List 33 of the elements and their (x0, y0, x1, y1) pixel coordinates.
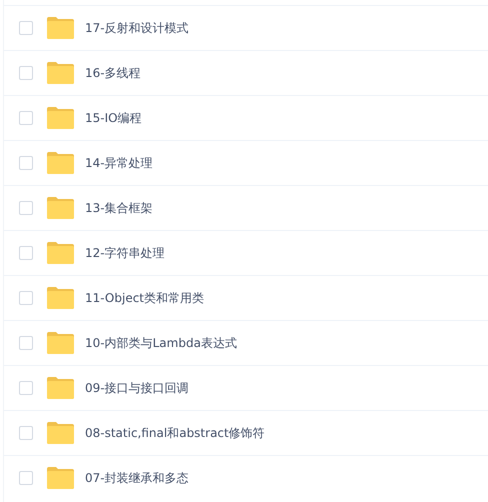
folder-icon (47, 107, 74, 129)
folder-name[interactable]: 07-封装继承和多态 (85, 470, 189, 486)
folder-icon (47, 17, 74, 39)
folder-name[interactable]: 16-多线程 (85, 64, 141, 82)
folder-icon (47, 422, 74, 444)
folder-name[interactable]: 17-反射和设计模式 (85, 20, 189, 36)
folder-icon (47, 467, 74, 489)
folder-name[interactable]: 15-IO编程 (85, 110, 142, 126)
folder-name[interactable]: 14-异常处理 (85, 154, 153, 172)
checkbox[interactable] (19, 111, 33, 125)
checkbox[interactable] (19, 66, 33, 80)
folder-name[interactable]: 11-Object类和常用类 (85, 290, 204, 306)
folder-icon (47, 152, 74, 174)
checkbox[interactable] (19, 381, 33, 395)
checkbox[interactable] (19, 156, 33, 170)
checkbox[interactable] (19, 471, 33, 485)
folder-name[interactable]: 10-内部类与Lambda表达式 (85, 334, 237, 352)
checkbox[interactable] (19, 21, 33, 35)
folder-icon (47, 332, 74, 354)
folder-icon (47, 62, 74, 84)
checkbox[interactable] (19, 336, 33, 350)
folder-icon (47, 287, 74, 309)
folder-icon (47, 377, 74, 399)
checkbox[interactable] (19, 291, 33, 305)
folder-name[interactable]: 09-接口与接口回调 (85, 380, 189, 396)
checkbox[interactable] (19, 246, 33, 260)
checkbox[interactable] (19, 201, 33, 215)
folder-name[interactable]: 12-字符串处理 (85, 244, 165, 262)
folder-icon (47, 197, 74, 219)
checkbox[interactable] (19, 426, 33, 440)
folder-name[interactable]: 13-集合框架 (85, 200, 153, 216)
folder-name[interactable]: 08-static,final和abstract修饰符 (85, 424, 265, 442)
folder-icon (47, 242, 74, 264)
